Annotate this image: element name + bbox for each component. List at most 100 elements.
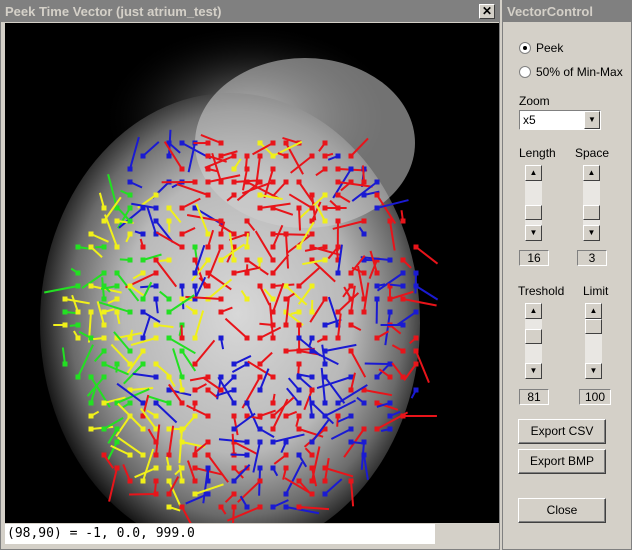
- vector-origin-dot: [205, 478, 211, 484]
- vector-origin-dot: [296, 413, 302, 419]
- space-scrollbar[interactable]: ▲ ▼: [583, 165, 600, 241]
- vector-origin-dot: [322, 140, 328, 146]
- length-thumb[interactable]: [525, 205, 542, 220]
- vector-origin-dot: [140, 361, 146, 367]
- vector-origin-dot: [296, 179, 302, 185]
- length-label: Length: [519, 146, 556, 160]
- vector-origin-dot: [387, 374, 393, 380]
- scroll-down-icon[interactable]: ▼: [525, 225, 542, 241]
- vector-origin-dot: [322, 478, 328, 484]
- vector-origin-dot: [140, 296, 146, 302]
- limit-thumb[interactable]: [585, 319, 602, 334]
- vector-origin-dot: [127, 205, 133, 211]
- vector-origin-dot: [166, 257, 172, 263]
- vector-origin-dot: [153, 452, 159, 458]
- dropdown-arrow-icon[interactable]: ▼: [584, 111, 600, 129]
- vector-origin-dot: [244, 166, 250, 172]
- vector-origin-dot: [257, 439, 263, 445]
- vector-origin-dot: [140, 335, 146, 341]
- vector-origin-dot: [101, 296, 107, 302]
- treshold-scrollbar[interactable]: ▲ ▼: [525, 303, 542, 379]
- vector-origin-dot: [179, 439, 185, 445]
- vector-origin-dot: [283, 413, 289, 419]
- vector-origin-dot: [192, 400, 198, 406]
- vector-origin-dot: [270, 504, 276, 510]
- vector-origin-dot: [283, 153, 289, 159]
- vector-origin-dot: [205, 140, 211, 146]
- vector-origin-dot: [114, 309, 120, 315]
- vector-origin-dot: [400, 322, 406, 328]
- vector-origin-dot: [205, 179, 211, 185]
- zoom-select[interactable]: x5 ▼: [519, 110, 601, 130]
- vector-origin-dot: [348, 387, 354, 393]
- export-bmp-button[interactable]: Export BMP: [518, 449, 606, 474]
- vector-origin-dot: [413, 283, 419, 289]
- vector-origin-dot: [270, 439, 276, 445]
- vector-origin-dot: [309, 205, 315, 211]
- vector-origin-dot: [322, 244, 328, 250]
- vector-origin-dot: [88, 426, 94, 432]
- vector-origin-dot: [283, 452, 289, 458]
- vector-origin-dot: [101, 205, 107, 211]
- scroll-down-icon[interactable]: ▼: [585, 363, 602, 379]
- limit-scrollbar[interactable]: ▲ ▼: [585, 303, 602, 379]
- vector-origin-dot: [179, 400, 185, 406]
- vector-field-canvas[interactable]: [5, 23, 499, 523]
- vector-origin-dot: [387, 309, 393, 315]
- vector-origin-dot: [335, 166, 341, 172]
- treshold-thumb[interactable]: [525, 329, 542, 344]
- vector-origin-dot: [244, 504, 250, 510]
- vector-origin-dot: [322, 257, 328, 263]
- vector-origin-dot: [114, 218, 120, 224]
- vector-origin-dot: [309, 374, 315, 380]
- vector-origin-dot: [88, 400, 94, 406]
- close-button[interactable]: Close: [518, 498, 606, 523]
- length-scrollbar[interactable]: ▲ ▼: [525, 165, 542, 241]
- scroll-up-icon[interactable]: ▲: [525, 303, 542, 319]
- vector-origin-dot: [231, 270, 237, 276]
- vector-origin-dot: [231, 426, 237, 432]
- vector-origin-dot: [322, 361, 328, 367]
- vector-origin-dot: [153, 205, 159, 211]
- vector-origin-dot: [231, 166, 237, 172]
- scroll-up-icon[interactable]: ▲: [583, 165, 600, 181]
- image-window-title: Peek Time Vector (just atrium_test): [5, 4, 222, 19]
- radio-peek[interactable]: Peek: [519, 41, 563, 55]
- vector-origin-dot: [127, 309, 133, 315]
- vector-origin-dot: [101, 348, 107, 354]
- vector-origin-dot: [400, 257, 406, 263]
- vector-origin-dot: [348, 309, 354, 315]
- scroll-down-icon[interactable]: ▼: [583, 225, 600, 241]
- export-csv-button[interactable]: Export CSV: [518, 419, 606, 444]
- vector-origin-dot: [218, 179, 224, 185]
- vector-origin-dot: [244, 244, 250, 250]
- vector-origin-dot: [400, 296, 406, 302]
- vector-origin-dot: [309, 478, 315, 484]
- space-thumb[interactable]: [583, 205, 600, 220]
- vector-origin-dot: [400, 374, 406, 380]
- vector-origin-dot: [231, 192, 237, 198]
- space-label: Space: [575, 146, 610, 160]
- vector-origin-dot: [127, 361, 133, 367]
- close-icon[interactable]: ✕: [479, 4, 495, 19]
- radio-minmax[interactable]: 50% of Min-Max: [519, 65, 623, 79]
- vector-origin-dot: [257, 478, 263, 484]
- scroll-down-icon[interactable]: ▼: [525, 363, 542, 379]
- scroll-up-icon[interactable]: ▲: [525, 165, 542, 181]
- vector-origin-dot: [166, 465, 172, 471]
- vector-origin-dot: [192, 244, 198, 250]
- scroll-up-icon[interactable]: ▲: [585, 303, 602, 319]
- vector-origin-dot: [244, 400, 250, 406]
- radio-minmax-indicator[interactable]: [519, 66, 531, 78]
- vector-origin-dot: [192, 465, 198, 471]
- vector-origin-dot: [309, 348, 315, 354]
- vector-origin-dot: [257, 283, 263, 289]
- vector-origin-dot: [179, 348, 185, 354]
- vector-origin-dot: [309, 153, 315, 159]
- vector-origin-dot: [88, 413, 94, 419]
- vector-origin-dot: [387, 426, 393, 432]
- radio-peek-indicator[interactable]: [519, 42, 531, 54]
- vector-origin-dot: [257, 179, 263, 185]
- vector-origin-dot: [127, 166, 133, 172]
- vector-origin-dot: [387, 257, 393, 263]
